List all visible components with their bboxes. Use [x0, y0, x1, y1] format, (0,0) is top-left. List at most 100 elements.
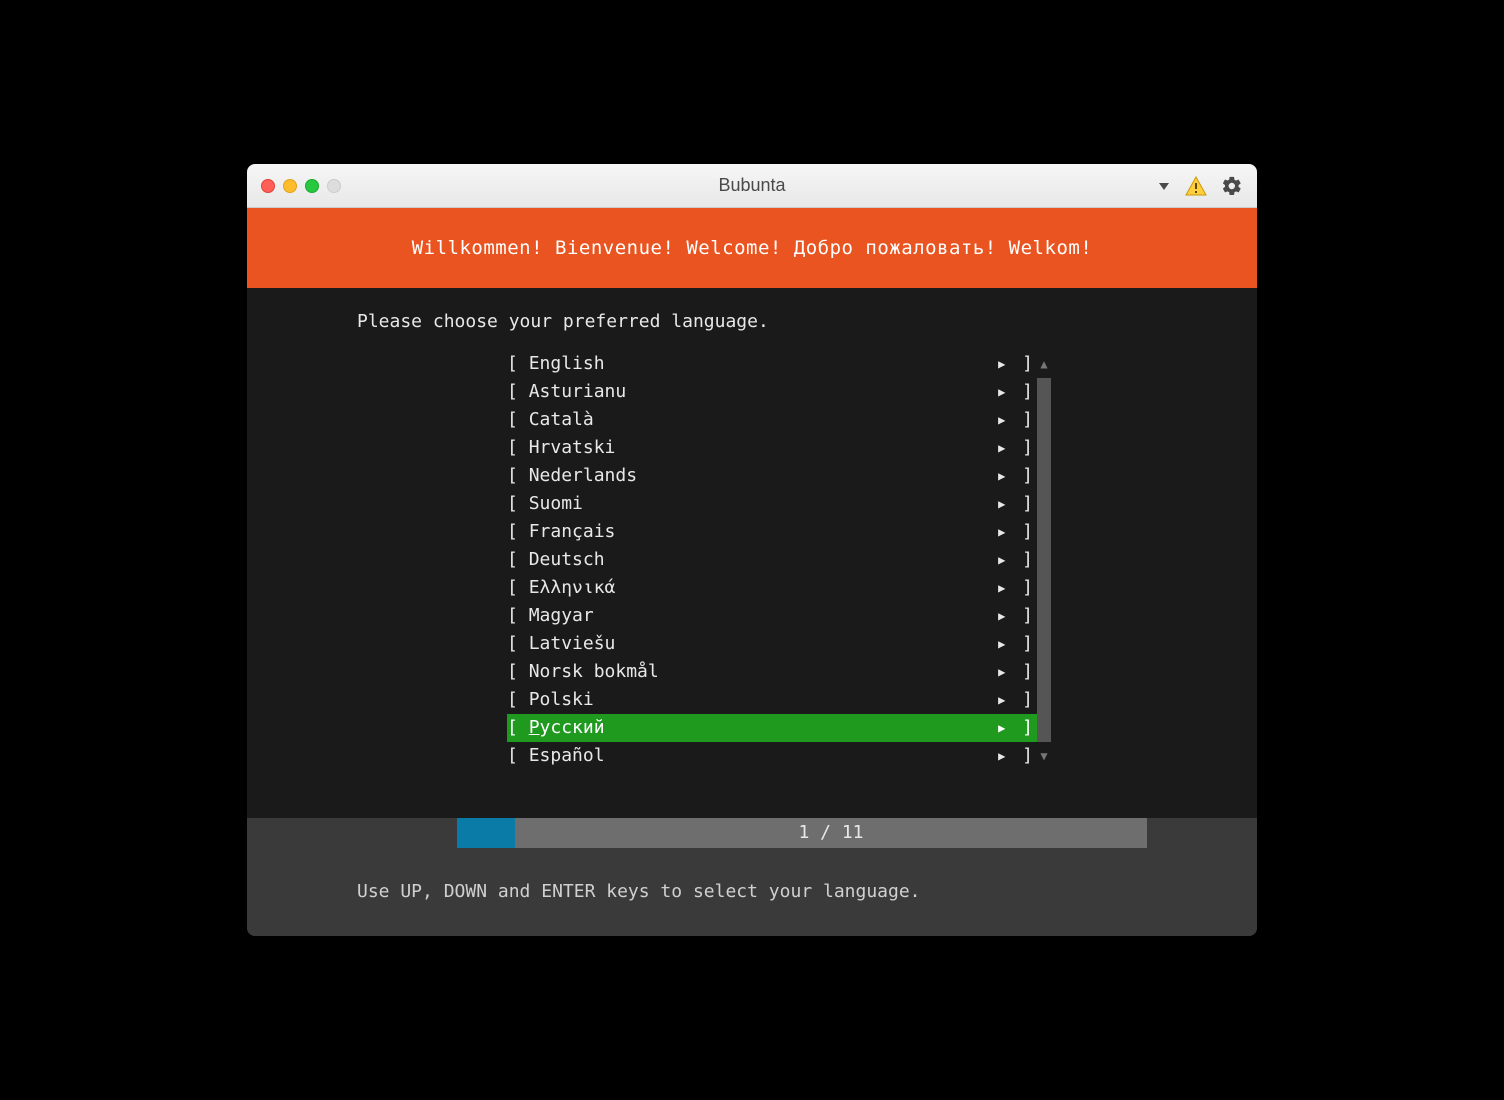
bracket-right: ]	[1011, 686, 1037, 714]
language-label: English	[529, 350, 998, 378]
chevron-right-icon: ▶	[998, 602, 1011, 630]
titlebar-right	[1157, 175, 1243, 197]
language-item[interactable]: [ Polski▶ ]	[507, 686, 1037, 714]
bracket-right: ]	[1011, 658, 1037, 686]
chevron-right-icon: ▶	[998, 742, 1011, 770]
chevron-right-icon: ▶	[998, 462, 1011, 490]
warning-icon[interactable]	[1185, 175, 1207, 197]
help-text: Use UP, DOWN and ENTER keys to select yo…	[247, 848, 1257, 936]
bracket-left: [	[507, 462, 529, 490]
language-item[interactable]: [ Norsk bokmål▶ ]	[507, 658, 1037, 686]
language-label: Ελληνικά	[529, 574, 998, 602]
bracket-right: ]	[1011, 602, 1037, 630]
language-label: Español	[529, 742, 998, 770]
bracket-right: ]	[1011, 518, 1037, 546]
chevron-right-icon: ▶	[998, 378, 1011, 406]
terminal: Willkommen! Bienvenue! Welcome! Добро по…	[247, 208, 1257, 936]
language-item[interactable]: [ English▶ ]	[507, 350, 1037, 378]
minimize-button[interactable]	[283, 179, 297, 193]
language-label: Suomi	[529, 490, 998, 518]
bracket-left: [	[507, 602, 529, 630]
language-item[interactable]: [ Español▶ ]	[507, 742, 1037, 770]
bracket-right: ]	[1011, 574, 1037, 602]
bracket-right: ]	[1011, 714, 1037, 742]
content-area: Please choose your preferred language. […	[247, 288, 1257, 788]
bracket-left: [	[507, 574, 529, 602]
language-item[interactable]: [ Magyar▶ ]	[507, 602, 1037, 630]
progress-bar: 1 / 11	[247, 818, 1257, 848]
window-title: Bubunta	[247, 175, 1257, 196]
progress-text: 1 / 11	[515, 818, 1147, 848]
bracket-left: [	[507, 518, 529, 546]
zoom-button[interactable]	[305, 179, 319, 193]
bracket-right: ]	[1011, 406, 1037, 434]
progress-pad-right	[1147, 818, 1257, 848]
chevron-right-icon: ▶	[998, 686, 1011, 714]
language-item[interactable]: [ Català▶ ]	[507, 406, 1037, 434]
bracket-left: [	[507, 406, 529, 434]
chevron-right-icon: ▶	[998, 546, 1011, 574]
scroll-track[interactable]	[1037, 378, 1051, 742]
language-label: Deutsch	[529, 546, 998, 574]
prompt-text: Please choose your preferred language.	[247, 308, 1257, 350]
language-label: Català	[529, 406, 998, 434]
language-item[interactable]: [ Français▶ ]	[507, 518, 1037, 546]
language-item[interactable]: [ Latviešu▶ ]	[507, 630, 1037, 658]
chevron-right-icon: ▶	[998, 350, 1011, 378]
language-label: Magyar	[529, 602, 998, 630]
welcome-banner: Willkommen! Bienvenue! Welcome! Добро по…	[247, 208, 1257, 288]
language-item[interactable]: [ Deutsch▶ ]	[507, 546, 1037, 574]
progress-pad-left	[247, 818, 457, 848]
bracket-right: ]	[1011, 378, 1037, 406]
scroll-up-icon[interactable]: ▲	[1037, 350, 1051, 378]
language-label: Polski	[529, 686, 998, 714]
bracket-right: ]	[1011, 742, 1037, 770]
language-area: [ English▶ ][ Asturianu▶ ][ Català▶ ][ H…	[247, 350, 1257, 770]
chevron-right-icon: ▶	[998, 658, 1011, 686]
close-button[interactable]	[261, 179, 275, 193]
language-item[interactable]: [ Suomi▶ ]	[507, 490, 1037, 518]
language-item[interactable]: [ Hrvatski▶ ]	[507, 434, 1037, 462]
bracket-left: [	[507, 378, 529, 406]
language-label: Asturianu	[529, 378, 998, 406]
chevron-right-icon: ▶	[998, 630, 1011, 658]
chevron-right-icon: ▶	[998, 406, 1011, 434]
language-label: Norsk bokmål	[529, 658, 998, 686]
dropdown-icon[interactable]	[1157, 179, 1171, 193]
chevron-right-icon: ▶	[998, 574, 1011, 602]
language-label: Français	[529, 518, 998, 546]
language-item[interactable]: [ Русский▶ ]	[507, 714, 1037, 742]
disabled-button	[327, 179, 341, 193]
chevron-right-icon: ▶	[998, 518, 1011, 546]
language-list[interactable]: [ English▶ ][ Asturianu▶ ][ Català▶ ][ H…	[507, 350, 1037, 770]
bracket-left: [	[507, 714, 529, 742]
language-item[interactable]: [ Nederlands▶ ]	[507, 462, 1037, 490]
chevron-right-icon: ▶	[998, 714, 1011, 742]
bracket-left: [	[507, 742, 529, 770]
bracket-left: [	[507, 686, 529, 714]
scroll-down-icon[interactable]: ▼	[1037, 742, 1051, 770]
bracket-right: ]	[1011, 350, 1037, 378]
bracket-left: [	[507, 630, 529, 658]
bracket-right: ]	[1011, 490, 1037, 518]
chevron-right-icon: ▶	[998, 490, 1011, 518]
language-item[interactable]: [ Ελληνικά▶ ]	[507, 574, 1037, 602]
progress-fill	[457, 818, 515, 848]
vm-window: Bubunta Willkommen! Bienvenue! Welcome! …	[247, 164, 1257, 936]
bracket-right: ]	[1011, 462, 1037, 490]
language-label: Русский	[529, 714, 998, 742]
scrollbar[interactable]: ▲ ▼	[1037, 350, 1051, 770]
bracket-left: [	[507, 546, 529, 574]
bracket-left: [	[507, 434, 529, 462]
bracket-right: ]	[1011, 434, 1037, 462]
language-item[interactable]: [ Asturianu▶ ]	[507, 378, 1037, 406]
bracket-right: ]	[1011, 630, 1037, 658]
language-label: Hrvatski	[529, 434, 998, 462]
gear-icon[interactable]	[1221, 175, 1243, 197]
traffic-lights	[261, 179, 341, 193]
bracket-left: [	[507, 658, 529, 686]
bracket-left: [	[507, 350, 529, 378]
language-label: Latviešu	[529, 630, 998, 658]
bracket-right: ]	[1011, 546, 1037, 574]
titlebar: Bubunta	[247, 164, 1257, 208]
